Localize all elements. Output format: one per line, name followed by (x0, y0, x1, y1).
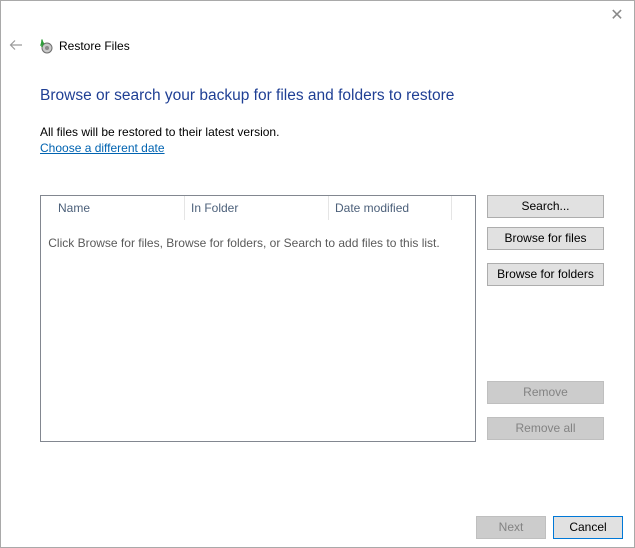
column-header-date-modified[interactable]: Date modified (329, 196, 452, 220)
choose-different-date-link[interactable]: Choose a different date (40, 141, 165, 155)
back-arrow-icon[interactable] (8, 37, 26, 55)
page-heading: Browse or search your backup for files a… (40, 87, 455, 104)
remove-button[interactable]: Remove (487, 381, 604, 404)
empty-list-message: Click Browse for files, Browse for folde… (48, 236, 440, 250)
files-list[interactable]: Name In Folder Date modified Click Brows… (40, 195, 476, 442)
column-header-name[interactable]: Name (41, 196, 185, 220)
cancel-button[interactable]: Cancel (553, 516, 623, 539)
backup-restore-icon (38, 38, 54, 54)
column-header-in-folder[interactable]: In Folder (185, 196, 329, 220)
browse-for-folders-button[interactable]: Browse for folders (487, 263, 604, 286)
remove-all-button[interactable]: Remove all (487, 417, 604, 440)
restore-files-window: ✕ Restore Files Browse or search your ba… (0, 0, 635, 548)
close-icon[interactable]: ✕ (608, 7, 626, 25)
restore-version-info: All files will be restored to their late… (40, 125, 280, 139)
window-title: Restore Files (59, 39, 130, 53)
next-button[interactable]: Next (476, 516, 546, 539)
browse-for-files-button[interactable]: Browse for files (487, 227, 604, 250)
title-bar: Restore Files (1, 31, 634, 61)
search-button[interactable]: Search... (487, 195, 604, 218)
